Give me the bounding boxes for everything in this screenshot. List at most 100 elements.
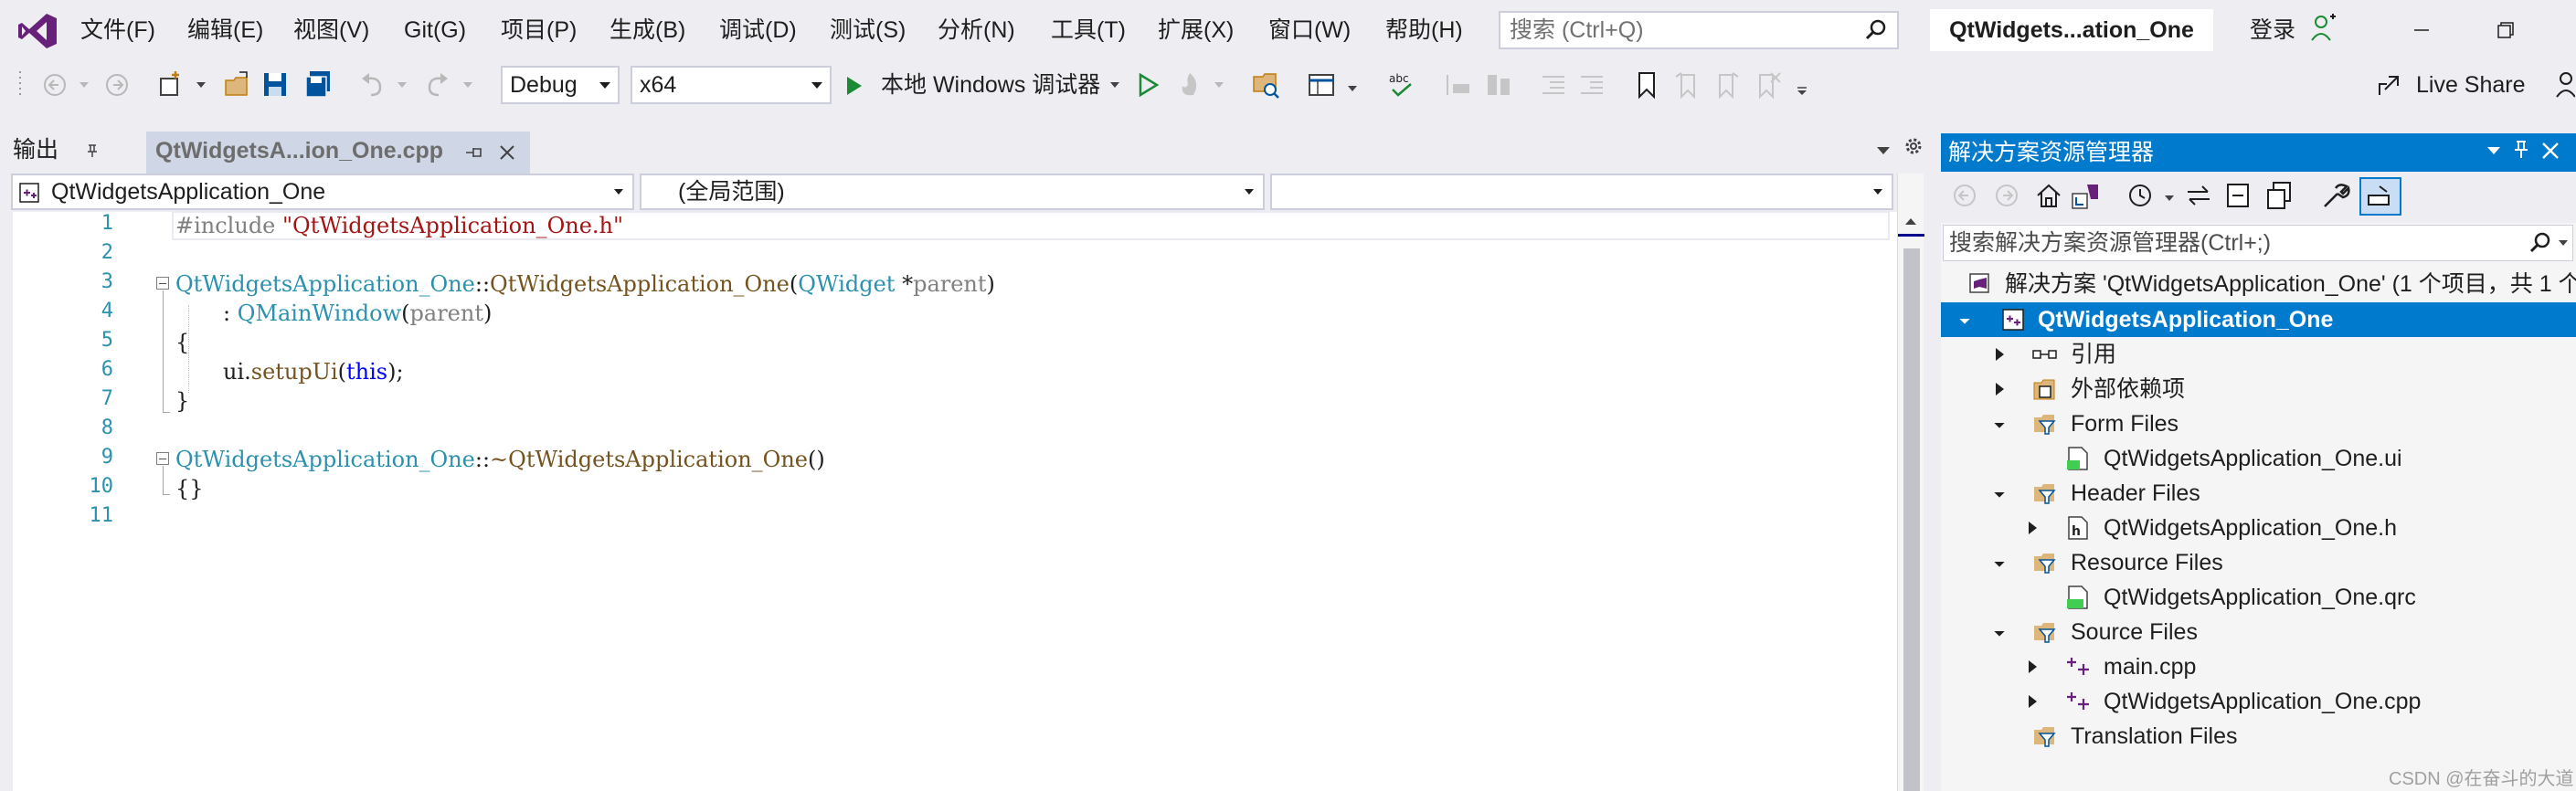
collapsed-arrow-icon[interactable] bbox=[2029, 660, 2037, 673]
minimize-icon[interactable] bbox=[2394, 9, 2449, 51]
comment-out-icon[interactable] bbox=[1444, 69, 1473, 100]
pin-icon[interactable] bbox=[84, 142, 101, 159]
signin-link[interactable]: 登录 bbox=[2250, 0, 2295, 60]
layout-dropdown-icon[interactable] bbox=[1347, 84, 1358, 93]
close-tab-icon[interactable] bbox=[497, 142, 517, 163]
solution-configuration-select[interactable]: Debug bbox=[501, 66, 620, 104]
menu-debug[interactable]: 调试(D) bbox=[719, 0, 797, 60]
menu-tools[interactable]: 工具(T) bbox=[1051, 0, 1126, 60]
new-dropdown-icon[interactable] bbox=[196, 80, 207, 90]
tree-item-main-cpp[interactable]: main.cpp bbox=[1941, 649, 2576, 684]
collapse-all-icon[interactable] bbox=[2224, 181, 2253, 210]
hot-reload-dropdown-icon[interactable] bbox=[1214, 80, 1224, 90]
back-dropdown-icon[interactable] bbox=[79, 80, 90, 90]
search-options-dropdown-icon[interactable] bbox=[2558, 238, 2569, 248]
start-without-debugging-icon[interactable] bbox=[1133, 69, 1162, 100]
collapsed-arrow-icon[interactable] bbox=[1996, 383, 2004, 396]
new-project-icon[interactable] bbox=[157, 69, 186, 100]
forward-icon[interactable] bbox=[102, 69, 132, 100]
spell-check-icon[interactable]: abc bbox=[1387, 69, 1416, 100]
redo-icon[interactable] bbox=[422, 69, 451, 100]
tree-item-qrc-file[interactable]: QtWidgetsApplication_One.qrc bbox=[1941, 580, 2576, 615]
panel-menu-dropdown-icon[interactable] bbox=[2486, 144, 2502, 157]
show-all-files-icon[interactable] bbox=[2264, 181, 2294, 210]
redo-dropdown-icon[interactable] bbox=[462, 80, 473, 90]
expanded-arrow-icon[interactable] bbox=[1994, 417, 2005, 428]
uncomment-icon[interactable] bbox=[1484, 69, 1513, 100]
clear-bookmarks-icon[interactable] bbox=[1753, 69, 1782, 100]
sync-with-active-document-icon[interactable] bbox=[2184, 181, 2213, 210]
collapsed-arrow-icon[interactable] bbox=[1996, 348, 2004, 361]
undo-icon[interactable] bbox=[358, 69, 387, 100]
menu-help[interactable]: 帮助(H) bbox=[1385, 0, 1463, 60]
global-scope-select[interactable]: (全局范围) bbox=[640, 174, 1265, 210]
save-icon[interactable] bbox=[261, 69, 291, 100]
tree-item-ui-file[interactable]: QtWidgetsApplication_One.ui bbox=[1941, 441, 2576, 476]
tab-source-file[interactable]: QtWidgetsA...ion_One.cpp bbox=[146, 132, 530, 174]
editor-vertical-scrollbar[interactable] bbox=[1897, 174, 1924, 791]
restore-icon[interactable] bbox=[2478, 9, 2533, 51]
back-icon[interactable] bbox=[1950, 181, 1979, 210]
solution-explorer-search-input[interactable]: 搜索解决方案资源管理器(Ctrl+;) bbox=[1943, 225, 2573, 261]
collapsed-arrow-icon[interactable] bbox=[2029, 695, 2037, 708]
tree-item-header-file[interactable]: h QtWidgetsApplication_One.h bbox=[1941, 511, 2576, 545]
scroll-up-icon[interactable] bbox=[1903, 216, 1918, 227]
close-panel-icon[interactable] bbox=[2540, 141, 2560, 161]
expanded-arrow-icon[interactable] bbox=[1994, 556, 2005, 567]
back-icon[interactable] bbox=[40, 69, 69, 100]
properties-wrench-icon[interactable] bbox=[2321, 181, 2350, 210]
menu-test[interactable]: 测试(S) bbox=[830, 0, 906, 60]
collapse-region-icon[interactable] bbox=[156, 452, 169, 465]
switch-views-icon[interactable] bbox=[2071, 181, 2104, 212]
menu-build[interactable]: 生成(B) bbox=[610, 0, 685, 60]
tree-item-references[interactable]: 引用 bbox=[1941, 337, 2576, 372]
next-bookmark-icon[interactable] bbox=[1712, 69, 1742, 100]
decrease-indent-icon[interactable] bbox=[1539, 69, 1568, 100]
toolbar-overflow-icon[interactable] bbox=[1797, 86, 1807, 97]
expanded-arrow-icon[interactable] bbox=[1994, 626, 2005, 637]
tree-item-resource-files[interactable]: Resource Files bbox=[1941, 545, 2576, 580]
tree-item-translation-files[interactable]: Translation Files bbox=[1941, 719, 2576, 754]
collapsed-arrow-icon[interactable] bbox=[2029, 522, 2037, 534]
menu-git[interactable]: Git(G) bbox=[404, 0, 466, 60]
menu-window[interactable]: 窗口(W) bbox=[1268, 0, 1351, 60]
menu-edit[interactable]: 编辑(E) bbox=[187, 0, 263, 60]
save-all-icon[interactable] bbox=[303, 69, 333, 100]
code-editor[interactable] bbox=[13, 212, 1897, 791]
tree-item-external-dependencies[interactable]: 外部依赖项 bbox=[1941, 372, 2576, 406]
settings-gear-icon[interactable] bbox=[1903, 135, 1924, 157]
tab-output[interactable]: 输出 bbox=[13, 132, 58, 168]
scrollbar-thumb[interactable] bbox=[1903, 248, 1920, 791]
tree-item-source-files[interactable]: Source Files bbox=[1941, 615, 2576, 649]
project-scope-select[interactable]: QtWidgetsApplication_One bbox=[11, 174, 634, 210]
collapse-region-icon[interactable] bbox=[156, 277, 169, 290]
menu-project[interactable]: 项目(P) bbox=[501, 0, 577, 60]
menu-file[interactable]: 文件(F) bbox=[80, 0, 155, 60]
solution-platform-select[interactable]: x64 bbox=[631, 66, 832, 104]
previous-bookmark-icon[interactable] bbox=[1672, 69, 1701, 100]
window-layout-icon[interactable] bbox=[1307, 69, 1336, 100]
menu-analyze[interactable]: 分析(N) bbox=[938, 0, 1015, 60]
tree-item-header-files[interactable]: Header Files bbox=[1941, 476, 2576, 511]
find-in-files-icon[interactable] bbox=[1252, 69, 1281, 100]
pending-changes-filter-icon[interactable] bbox=[2125, 181, 2155, 210]
menu-extensions[interactable]: 扩展(X) bbox=[1158, 0, 1234, 60]
increase-indent-icon[interactable] bbox=[1577, 69, 1606, 100]
tree-item-app-cpp[interactable]: QtWidgetsApplication_One.cpp bbox=[1941, 684, 2576, 719]
menu-view[interactable]: 视图(V) bbox=[293, 0, 369, 60]
bookmark-icon[interactable] bbox=[1632, 69, 1661, 100]
forward-icon[interactable] bbox=[1992, 181, 2021, 210]
open-file-icon[interactable] bbox=[223, 69, 252, 100]
filter-dropdown-icon[interactable] bbox=[2164, 194, 2175, 203]
tree-item-project[interactable]: QtWidgetsApplication_One bbox=[1941, 302, 2576, 337]
hot-reload-icon[interactable] bbox=[1175, 69, 1204, 100]
user-feedback-icon[interactable] bbox=[2555, 69, 2575, 100]
expanded-arrow-icon[interactable] bbox=[1994, 487, 2005, 498]
preview-selected-items-button[interactable] bbox=[2359, 177, 2401, 216]
tree-item-solution[interactable]: 解决方案 'QtWidgetsApplication_One' (1 个项目，共… bbox=[1941, 267, 2576, 301]
member-select[interactable] bbox=[1270, 174, 1893, 210]
expanded-arrow-icon[interactable] bbox=[1959, 313, 1970, 324]
debug-target-dropdown-icon[interactable] bbox=[1109, 80, 1120, 90]
auto-hide-pin-icon[interactable] bbox=[2511, 139, 2531, 161]
tree-item-form-files[interactable]: Form Files bbox=[1941, 406, 2576, 441]
